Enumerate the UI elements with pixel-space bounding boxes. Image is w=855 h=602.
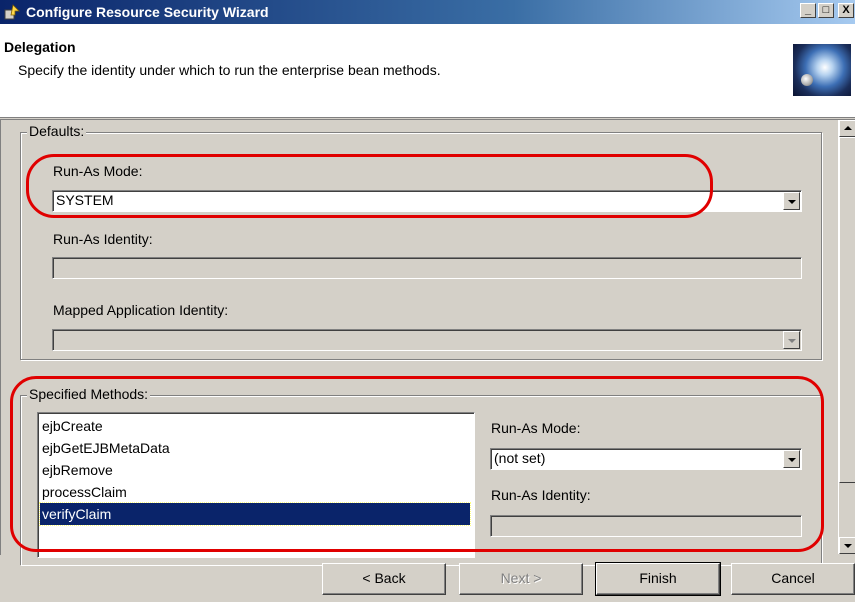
wizard-banner-image xyxy=(793,44,851,96)
list-item-selected[interactable]: verifyClaim xyxy=(39,502,471,526)
method-run-as-identity-field[interactable] xyxy=(490,515,802,537)
run-as-mode-select[interactable]: SYSTEM xyxy=(52,190,802,212)
window-title: Configure Resource Security Wizard xyxy=(26,4,269,20)
close-button[interactable]: X xyxy=(838,3,854,18)
back-button-label: Back xyxy=(374,570,406,586)
page-description: Specify the identity under which to run … xyxy=(18,62,441,78)
mapped-identity-select[interactable] xyxy=(52,329,802,351)
chevron-down-icon[interactable] xyxy=(783,450,800,468)
finish-button-label: Finish xyxy=(639,570,677,586)
minimize-button[interactable]: _ xyxy=(800,3,816,18)
specified-methods-group-label: Specified Methods: xyxy=(27,386,151,402)
page-title: Delegation xyxy=(4,39,76,55)
method-run-as-mode-select[interactable]: (not set) xyxy=(490,448,802,470)
list-item[interactable]: ejbGetEJBMetaData xyxy=(40,437,470,459)
title-bar[interactable]: Configure Resource Security Wizard _ □ X xyxy=(0,0,855,24)
list-item[interactable]: ejbCreate xyxy=(40,415,470,437)
cancel-button-label: Cancel xyxy=(771,570,815,586)
back-button[interactable]: < Back xyxy=(322,563,446,595)
scroll-down-icon[interactable] xyxy=(839,537,855,554)
cancel-button[interactable]: Cancel xyxy=(731,563,855,595)
run-as-identity-field[interactable] xyxy=(52,257,802,279)
method-run-as-mode-label: Run-As Mode: xyxy=(491,420,581,436)
method-run-as-identity-label: Run-As Identity: xyxy=(491,487,591,503)
wizard-app-icon xyxy=(4,4,20,20)
methods-list[interactable]: ejbCreate ejbGetEJBMetaData ejbRemove pr… xyxy=(37,412,475,558)
next-button[interactable]: Next > xyxy=(459,563,583,595)
next-arrow-icon: > xyxy=(529,570,542,586)
maximize-button[interactable]: □ xyxy=(818,3,834,18)
chevron-down-icon[interactable] xyxy=(783,192,800,210)
back-arrow-icon: < xyxy=(362,570,375,586)
chevron-down-icon[interactable] xyxy=(783,331,800,349)
list-item[interactable]: ejbRemove xyxy=(40,459,470,481)
wizard-header: Delegation Specify the identity under wh… xyxy=(0,24,855,118)
run-as-identity-label: Run-As Identity: xyxy=(53,231,153,247)
scroll-up-icon[interactable] xyxy=(839,120,855,137)
mapped-identity-label: Mapped Application Identity: xyxy=(53,302,229,318)
finish-button[interactable]: Finish xyxy=(595,562,721,596)
list-item[interactable]: processClaim xyxy=(40,481,470,503)
wizard-content: Defaults: Run-As Mode: SYSTEM Run-As Ide… xyxy=(0,119,855,565)
vertical-scrollbar[interactable] xyxy=(838,120,855,554)
defaults-group-label: Defaults: xyxy=(27,123,87,139)
run-as-mode-label: Run-As Mode: xyxy=(53,163,143,179)
scroll-thumb[interactable] xyxy=(839,137,855,483)
next-button-label: Next xyxy=(500,570,530,586)
run-as-mode-value: SYSTEM xyxy=(56,192,114,208)
method-run-as-mode-value: (not set) xyxy=(494,450,546,466)
